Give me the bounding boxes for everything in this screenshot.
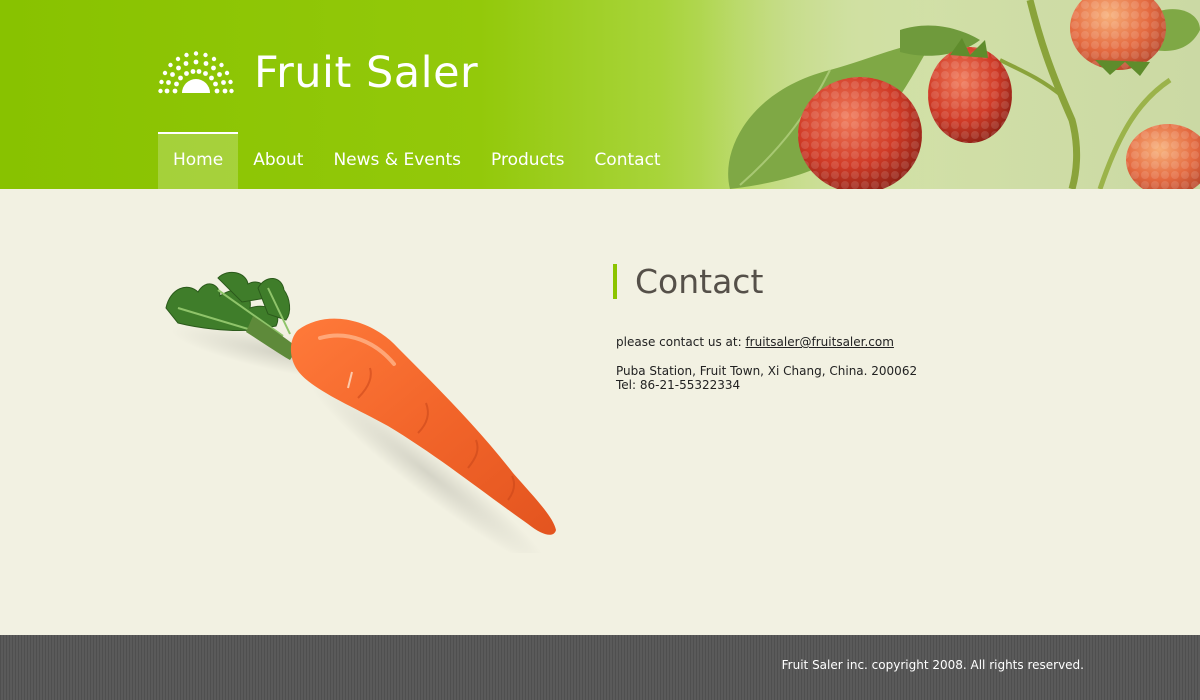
sunrise-dots-icon: [158, 51, 234, 94]
email-link[interactable]: fruitsaler@fruitsaler.com: [745, 335, 893, 349]
site-footer: Fruit Saler inc. copyright 2008. All rig…: [0, 635, 1200, 700]
main-nav: Home About News & Events Products Contac…: [158, 132, 676, 189]
contact-intro-line: please contact us at: fruitsaler@fruitsa…: [616, 335, 894, 349]
nav-item-products[interactable]: Products: [476, 132, 579, 189]
nav-item-about[interactable]: About: [238, 132, 318, 189]
carrot-photo: [165, 271, 556, 553]
site-logo[interactable]: Fruit Saler: [158, 50, 478, 96]
address-text: Puba Station, Fruit Town, Xi Chang, Chin…: [616, 364, 918, 378]
nav-item-news-events[interactable]: News & Events: [318, 132, 476, 189]
contact-intro-label: please contact us at:: [616, 335, 746, 349]
nav-item-home[interactable]: Home: [158, 132, 239, 189]
brand-name: Fruit Saler: [254, 48, 479, 98]
nav-item-contact[interactable]: Contact: [579, 132, 675, 189]
copyright-text: Fruit Saler inc. copyright 2008. All rig…: [781, 658, 1084, 672]
page-title: Contact: [613, 264, 763, 299]
site-header: Fruit Saler Home About News & Events Pro…: [0, 0, 1200, 189]
phone-text: Tel: 86-21-55322334: [616, 378, 741, 392]
raspberries-photo: [700, 0, 1200, 189]
